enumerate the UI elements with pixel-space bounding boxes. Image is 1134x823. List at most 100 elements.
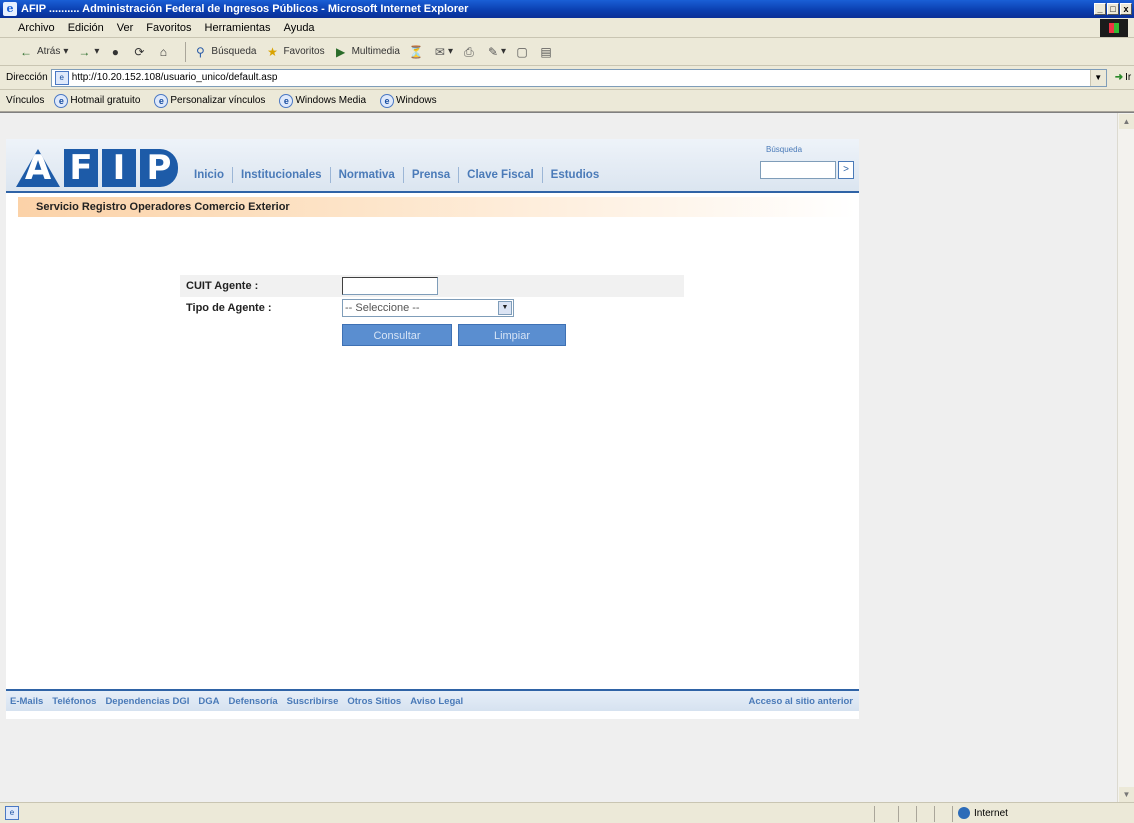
footer-link-dga[interactable]: DGA [198, 696, 219, 707]
edit-button[interactable]: ✎ ▾ [485, 44, 506, 60]
multimedia-icon: ▶ [335, 44, 346, 59]
logo-letter: F [64, 149, 98, 187]
edit-icon: ✎ [487, 44, 498, 59]
ie-link-icon: e [54, 93, 69, 108]
search-label: Búsqueda [211, 46, 257, 57]
nav-prensa[interactable]: Prensa [402, 167, 458, 183]
maximize-button[interactable]: □ [1107, 3, 1119, 15]
nav-normativa[interactable]: Normativa [329, 167, 403, 183]
tipo-label: Tipo de Agente : [186, 302, 272, 314]
home-icon: ⌂ [159, 44, 168, 59]
page-icon: e [54, 70, 69, 85]
close-button[interactable]: x [1120, 3, 1132, 15]
back-label: Atrás [37, 46, 61, 57]
cuit-row: CUIT Agente : [180, 275, 684, 297]
back-arrow-icon: ← [20, 44, 32, 59]
vertical-scrollbar[interactable]: ▲ ▼ [1117, 113, 1134, 803]
site-search-input[interactable] [760, 161, 836, 179]
link-hotmail[interactable]: e Hotmail gratuito [54, 93, 141, 108]
link-windows[interactable]: e Windows [380, 93, 437, 108]
go-label: Ir [1125, 72, 1132, 83]
menu-ver[interactable]: Ver [117, 22, 134, 34]
print-button[interactable]: ⎙ [461, 44, 477, 60]
favorites-label: Favoritos [283, 46, 325, 57]
limpiar-button[interactable]: Limpiar [458, 324, 566, 346]
footer-link-defensoria[interactable]: Defensoría [229, 696, 278, 707]
chevron-down-icon[interactable]: ▼ [498, 301, 512, 315]
browser-viewport: A F I P Inicio Institucionales Normativa… [0, 112, 1134, 803]
mail-button[interactable]: ✉ ▾ [432, 44, 453, 60]
discuss-icon: ▢ [516, 44, 528, 59]
tipo-agente-select[interactable]: -- Seleccione -- ▼ [342, 299, 514, 317]
multimedia-button[interactable]: ▶ Multimedia [333, 44, 400, 60]
footer-link-emails[interactable]: E-Mails [10, 696, 43, 707]
minimize-button[interactable]: _ [1094, 3, 1106, 15]
site-search-label: Búsqueda [766, 145, 803, 154]
footer-link-suscribirse[interactable]: Suscribirse [287, 696, 339, 707]
mail-icon: ✉ [434, 44, 445, 59]
scroll-up-icon[interactable]: ▲ [1119, 114, 1134, 129]
menu-bar: Archivo Edición Ver Favoritos Herramient… [0, 18, 1134, 38]
favorites-icon: ★ [267, 44, 278, 59]
link-personalizar[interactable]: e Personalizar vínculos [154, 93, 265, 108]
footer-link-dependencias-dgi[interactable]: Dependencias DGI [105, 696, 189, 707]
menu-ayuda[interactable]: Ayuda [284, 22, 315, 34]
consultar-button[interactable]: Consultar [342, 324, 452, 346]
links-label: Vínculos [6, 95, 45, 106]
cuit-label: CUIT Agente : [186, 280, 259, 292]
history-icon: ⏳ [408, 44, 424, 59]
link-label: Hotmail gratuito [70, 95, 141, 106]
site-footer: E-Mails Teléfonos Dependencias DGI DGA D… [6, 689, 859, 711]
go-arrow-icon: ➜ [1114, 72, 1124, 83]
security-zone: Internet [958, 807, 1008, 819]
logo-letter: P [140, 149, 178, 187]
menu-archivo[interactable]: Archivo [18, 22, 55, 34]
window-controls: _ □ x [1094, 3, 1132, 15]
ie-link-icon: e [154, 93, 169, 108]
tipo-selected-value: -- Seleccione -- [345, 302, 420, 314]
refresh-button[interactable]: ⟳ [131, 44, 147, 60]
footer-link-otros-sitios[interactable]: Otros Sitios [347, 696, 401, 707]
site-search-button[interactable]: > [838, 161, 854, 179]
nav-clave-fiscal[interactable]: Clave Fiscal [458, 167, 541, 183]
link-label: Windows [396, 95, 437, 106]
status-cell [934, 806, 935, 822]
messenger-button[interactable]: ▤ [538, 44, 554, 60]
link-windows-media[interactable]: e Windows Media [279, 93, 367, 108]
back-button[interactable]: ← Atrás ▾ [18, 44, 68, 60]
toolbar: ← Atrás ▾ → ▾ ● ⟳ ⌂ ⚲ Búsqueda ★ Favorit… [0, 38, 1134, 66]
footer-link-telefonos[interactable]: Teléfonos [52, 696, 96, 707]
link-label: Windows Media [295, 95, 367, 106]
globe-icon [958, 807, 970, 819]
menu-edicion[interactable]: Edición [68, 22, 104, 34]
address-input[interactable]: e http://10.20.152.108/usuario_unico/def… [50, 68, 1107, 87]
address-dropdown-icon[interactable]: ▼ [1089, 69, 1106, 86]
scroll-down-icon[interactable]: ▼ [1119, 787, 1134, 802]
search-icon: ⚲ [196, 44, 205, 59]
menu-herramientas[interactable]: Herramientas [205, 22, 271, 34]
nav-estudios[interactable]: Estudios [541, 167, 608, 183]
zone-label: Internet [974, 807, 1008, 819]
multimedia-label: Multimedia [351, 46, 400, 57]
history-button[interactable]: ⏳ [408, 44, 424, 60]
site-nav: Inicio Institucionales Normativa Prensa … [186, 167, 607, 183]
nav-inicio[interactable]: Inicio [186, 167, 232, 183]
forward-button[interactable]: → ▾ [76, 44, 99, 60]
discuss-button[interactable]: ▢ [514, 44, 530, 60]
footer-link-sitio-anterior[interactable]: Acceso al sitio anterior [748, 696, 853, 707]
cuit-input[interactable] [342, 277, 438, 295]
home-button[interactable]: ⌂ [155, 44, 171, 60]
toolbar-separator [185, 41, 187, 62]
logo-letter: I [102, 149, 136, 187]
afip-logo[interactable]: A F I P [16, 147, 184, 187]
footer-link-aviso-legal[interactable]: Aviso Legal [410, 696, 463, 707]
stop-button[interactable]: ● [107, 44, 123, 60]
address-bar: Dirección e http://10.20.152.108/usuario… [0, 66, 1134, 90]
ie-link-icon: e [279, 93, 294, 108]
search-button[interactable]: ⚲ Búsqueda [192, 44, 256, 60]
menu-favoritos[interactable]: Favoritos [146, 22, 191, 34]
section-title: Servicio Registro Operadores Comercio Ex… [18, 197, 856, 217]
nav-institucionales[interactable]: Institucionales [232, 167, 330, 183]
go-button[interactable]: ➜ Ir [1115, 72, 1132, 83]
favorites-button[interactable]: ★ Favoritos [264, 44, 325, 60]
